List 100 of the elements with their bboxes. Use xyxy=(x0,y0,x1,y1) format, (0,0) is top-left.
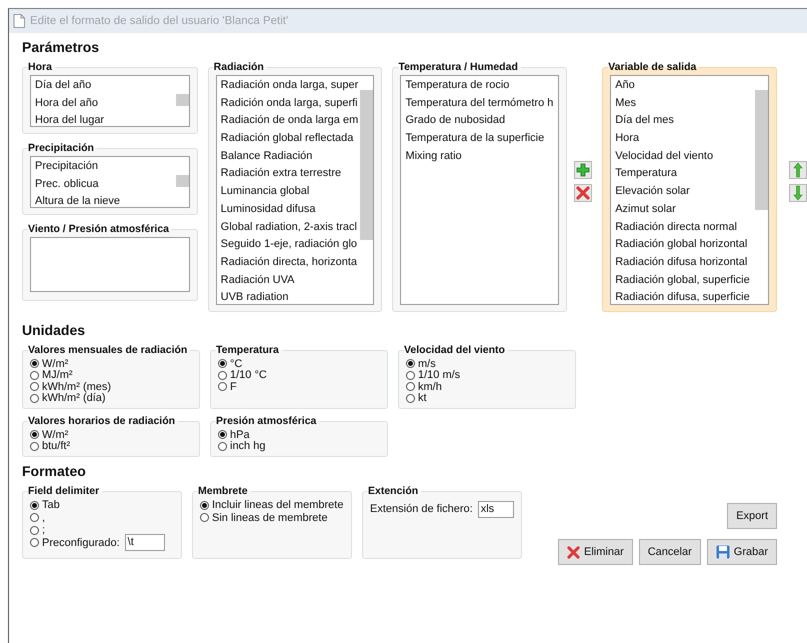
list-item[interactable]: Radiación onda larga, super xyxy=(220,77,356,95)
radio-button[interactable] xyxy=(218,382,227,392)
list-item[interactable]: Hora del año xyxy=(35,94,172,112)
option-label: Incluir lineas del membrete xyxy=(212,499,344,512)
radio-button[interactable] xyxy=(218,359,227,368)
option-label: ; xyxy=(42,524,46,536)
option-label: F xyxy=(230,380,237,393)
radio-button[interactable] xyxy=(406,370,415,380)
list-item[interactable]: Temperatura xyxy=(615,165,751,184)
list-box[interactable] xyxy=(610,75,769,305)
radio-button[interactable] xyxy=(218,430,227,440)
option-label: , xyxy=(42,512,46,524)
list-item[interactable]: Azimut solar xyxy=(615,200,751,218)
section-heading: Unidades xyxy=(22,322,86,340)
group-title: Variable de salida xyxy=(608,61,698,73)
down-arrow-icon xyxy=(793,185,803,201)
export-button[interactable]: Export xyxy=(727,503,778,529)
radio-button[interactable] xyxy=(30,370,39,380)
list-item[interactable]: Radiación global horizontal xyxy=(615,236,751,254)
group-title: Temperatura / Humedad xyxy=(398,61,519,73)
list-item[interactable]: Radiación extra terrestre xyxy=(220,165,356,184)
list-item[interactable]: Año xyxy=(615,77,751,95)
group-title: Field delimiter xyxy=(28,485,100,497)
radio-button[interactable] xyxy=(30,430,39,440)
list-item[interactable]: Precipitación xyxy=(35,158,172,176)
radio-button[interactable] xyxy=(200,513,209,522)
section-heading: Parámetros xyxy=(22,39,100,57)
group-title: Radiación xyxy=(214,61,265,73)
radio-button[interactable] xyxy=(30,394,39,403)
option-label: Sin lineas de membrete xyxy=(212,512,328,524)
list-item[interactable]: Global radiation, 2-axis tracl xyxy=(220,218,356,236)
list-item[interactable]: Temperatura de la superficie xyxy=(405,130,554,148)
option-label: 1/10 m/s xyxy=(418,369,460,382)
radio-button[interactable] xyxy=(406,394,415,403)
cancel-button[interactable]: Cancelar xyxy=(638,539,701,565)
radio-button[interactable] xyxy=(30,513,39,522)
list-item[interactable]: Temperatura del termómetro h xyxy=(405,94,554,112)
radio-button[interactable] xyxy=(30,538,39,548)
list-item[interactable]: Hora xyxy=(615,130,751,148)
list-item[interactable]: Seguido 1-eje, radiación glo xyxy=(220,236,356,254)
list-item[interactable]: Mes xyxy=(615,94,751,112)
group-title: Hora xyxy=(28,61,53,73)
radio-button[interactable] xyxy=(30,382,39,392)
group-title: Membrete xyxy=(198,485,249,497)
list-item[interactable]: UVB radiation xyxy=(220,289,356,304)
option-label: 1/10 °C xyxy=(230,369,267,382)
list-box[interactable]: Precipitación Prec. oblicua Altura de la nieve xyxy=(30,156,190,208)
add-button[interactable] xyxy=(574,161,592,179)
list-item[interactable]: Radiación difusa, superficie xyxy=(615,289,751,304)
option-label: kt xyxy=(418,392,427,404)
option-label: Tab xyxy=(42,499,60,512)
list-item[interactable]: Elevación solar xyxy=(615,183,751,201)
list-box[interactable]: Día del año Hora del año Hora del lugar xyxy=(30,75,190,127)
group-title: Temperatura xyxy=(216,344,280,356)
list-item[interactable]: Radiación global reflectada xyxy=(220,130,356,148)
group-title: Precipitación xyxy=(28,142,95,154)
list-item[interactable]: Prec. oblicua xyxy=(35,176,172,194)
delimiter-field[interactable]: \t xyxy=(124,534,165,552)
list-item[interactable]: Radiación de onda larga em xyxy=(220,112,356,130)
window-title: Edite el formato de salido del usuario 'Blanca Petit' xyxy=(30,15,288,27)
list-box[interactable]: Temperatura de rocio Temperatura del termómetro h Grado de nubosidad Temperatura de la superficie Mixing ratio xyxy=(400,75,560,305)
list-item[interactable]: Radiación directa normal xyxy=(615,218,751,236)
radio-button[interactable] xyxy=(218,442,227,451)
option-label: W/m² xyxy=(42,428,68,441)
radio-button[interactable] xyxy=(406,359,415,368)
list-item[interactable]: Velocidad del viento xyxy=(615,148,751,166)
radio-button[interactable] xyxy=(30,359,39,368)
radio-button[interactable] xyxy=(30,442,39,451)
list-item[interactable]: Radiación difusa horizontal xyxy=(615,254,751,272)
list-item[interactable]: Luminosidad difusa xyxy=(220,200,356,218)
list-item[interactable]: Luminancia global xyxy=(220,183,356,201)
list-item[interactable]: Radiación UVA xyxy=(220,272,356,290)
list-item[interactable]: Temperatura de rocio xyxy=(405,77,554,95)
list-item[interactable]: Radición onda larga, superfi xyxy=(220,94,356,112)
group-title: Viento / Presión atmosférica xyxy=(28,223,170,235)
radio-button[interactable] xyxy=(406,382,415,392)
option-label: MJ/m² xyxy=(42,369,73,382)
radio-button[interactable] xyxy=(218,370,227,380)
radio-button[interactable] xyxy=(30,500,39,510)
move-down-button[interactable] xyxy=(789,184,807,202)
list-box[interactable] xyxy=(216,75,374,305)
list-item[interactable]: Radiación directa, horizonta xyxy=(220,254,356,272)
list-item[interactable]: Día del mes xyxy=(615,112,751,130)
save-button[interactable]: Grabar xyxy=(706,539,778,565)
list-item[interactable]: Día del año xyxy=(35,77,172,95)
delete-button[interactable]: Eliminar xyxy=(558,539,633,565)
list-item[interactable]: Balance Radiación xyxy=(220,148,356,166)
option-label: Preconfigurado: xyxy=(42,536,120,549)
list-item[interactable]: Grado de nubosidad xyxy=(405,112,554,130)
move-up-button[interactable] xyxy=(789,161,807,179)
extension-field[interactable]: xls xyxy=(478,500,514,518)
list-item[interactable]: Altura de la nieve xyxy=(35,193,172,207)
list-item[interactable]: Hora del lugar xyxy=(35,112,172,126)
list-item[interactable]: Radiación global, superficie xyxy=(615,272,751,290)
group-title: Valores mensuales de radiación xyxy=(28,344,188,356)
list-item[interactable]: Mixing ratio xyxy=(405,148,554,166)
radio-button[interactable] xyxy=(30,526,39,535)
group-title: Presión atmosférica xyxy=(216,415,318,427)
radio-button[interactable] xyxy=(200,500,209,510)
remove-button[interactable] xyxy=(574,184,592,202)
